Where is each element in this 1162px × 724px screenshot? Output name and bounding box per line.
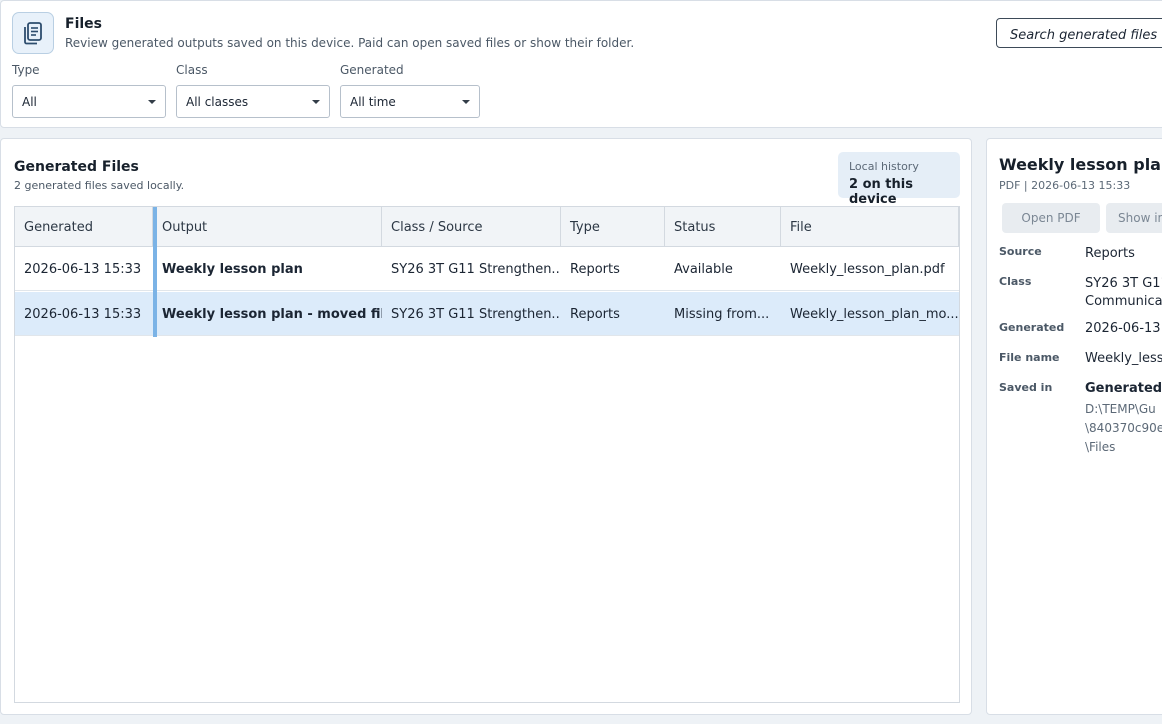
saved-in-value: Generated o bbox=[1085, 381, 1162, 396]
detail-meta: PDF | 2026-06-13 15:33 bbox=[999, 179, 1131, 192]
document-list-icon bbox=[12, 12, 54, 54]
type-filter-select[interactable]: All bbox=[12, 85, 166, 118]
cell-output: Weekly lesson plan - moved file bbox=[162, 307, 382, 322]
class-filter-label: Class bbox=[176, 63, 208, 77]
cell-output: Weekly lesson plan bbox=[162, 262, 303, 277]
cell-status: Missing from... bbox=[674, 307, 770, 322]
column-header-class-source[interactable]: Class / Source bbox=[382, 207, 561, 247]
badge-label: Local history bbox=[849, 160, 919, 173]
column-header-generated[interactable]: Generated bbox=[15, 207, 153, 247]
cell-type: Reports bbox=[570, 262, 620, 277]
class-value-line-1: SY26 3T G11 bbox=[1085, 276, 1162, 291]
cell-status: Available bbox=[674, 262, 733, 277]
column-header-file[interactable]: File bbox=[781, 207, 959, 247]
class-value-line-2: Communicat bbox=[1085, 294, 1162, 309]
type-filter-label: Type bbox=[12, 63, 40, 77]
page-subtitle: Review generated outputs saved on this d… bbox=[65, 36, 635, 50]
generated-label: Generated bbox=[999, 321, 1065, 334]
detail-title: Weekly lesson plan - bbox=[999, 155, 1162, 174]
cell-file: Weekly_lesson_plan.pdf bbox=[790, 262, 945, 277]
saved-path-line-2: \840370c90e bbox=[1085, 421, 1162, 435]
badge-value: 2 on this device bbox=[849, 177, 913, 207]
cell-type: Reports bbox=[570, 307, 620, 322]
generated-filter-label: Generated bbox=[340, 63, 404, 77]
cell-class-source: SY26 3T G11 Strengthen... bbox=[391, 262, 561, 277]
column-header-status[interactable]: Status bbox=[665, 207, 781, 247]
local-history-badge: Local history 2 on this device bbox=[838, 152, 960, 207]
type-filter-value: All bbox=[22, 95, 37, 109]
cell-file: Weekly_lesson_plan_mo... bbox=[790, 307, 959, 322]
generated-value: 2026-06-13 bbox=[1085, 321, 1161, 336]
show-in-folder-button[interactable]: Show in bbox=[1106, 203, 1162, 233]
class-label: Class bbox=[999, 275, 1032, 288]
column-divider-accent[interactable] bbox=[153, 207, 157, 337]
source-value: Reports bbox=[1085, 246, 1135, 261]
chevron-down-icon bbox=[312, 100, 320, 104]
files-table: Generated Output Class / Source Type Sta… bbox=[14, 206, 960, 703]
panel-subtitle: 2 generated files saved locally. bbox=[14, 179, 185, 192]
chevron-down-icon bbox=[462, 100, 470, 104]
search-input[interactable]: Search generated files bbox=[996, 18, 1162, 48]
files-header: Files Review generated outputs saved on … bbox=[0, 0, 1162, 128]
cell-generated: 2026-06-13 15:33 bbox=[24, 262, 142, 277]
saved-path-line-1: D:\TEMP\Gu bbox=[1085, 402, 1156, 416]
generated-filter-select[interactable]: All time bbox=[340, 85, 480, 118]
file-name-value: Weekly_lesso bbox=[1085, 351, 1162, 366]
cell-class-source: SY26 3T G11 Strengthen... bbox=[391, 307, 561, 322]
cell-generated: 2026-06-13 15:33 bbox=[24, 307, 142, 322]
class-filter-value: All classes bbox=[186, 95, 249, 109]
generated-files-panel: Generated Files 2 generated files saved … bbox=[0, 138, 972, 715]
saved-path-line-3: \Files bbox=[1085, 440, 1116, 454]
open-pdf-button[interactable]: Open PDF bbox=[1002, 203, 1100, 233]
page-title: Files bbox=[65, 16, 102, 32]
panel-title: Generated Files bbox=[14, 159, 139, 175]
column-header-output[interactable]: Output bbox=[153, 207, 382, 247]
column-header-type[interactable]: Type bbox=[561, 207, 665, 247]
source-label: Source bbox=[999, 245, 1042, 258]
saved-in-label: Saved in bbox=[999, 381, 1053, 394]
class-filter-select[interactable]: All classes bbox=[176, 85, 330, 118]
file-name-label: File name bbox=[999, 351, 1060, 364]
file-detail-panel: Weekly lesson plan - PDF | 2026-06-13 15… bbox=[986, 138, 1162, 715]
generated-filter-value: All time bbox=[350, 95, 396, 109]
chevron-down-icon bbox=[148, 100, 156, 104]
